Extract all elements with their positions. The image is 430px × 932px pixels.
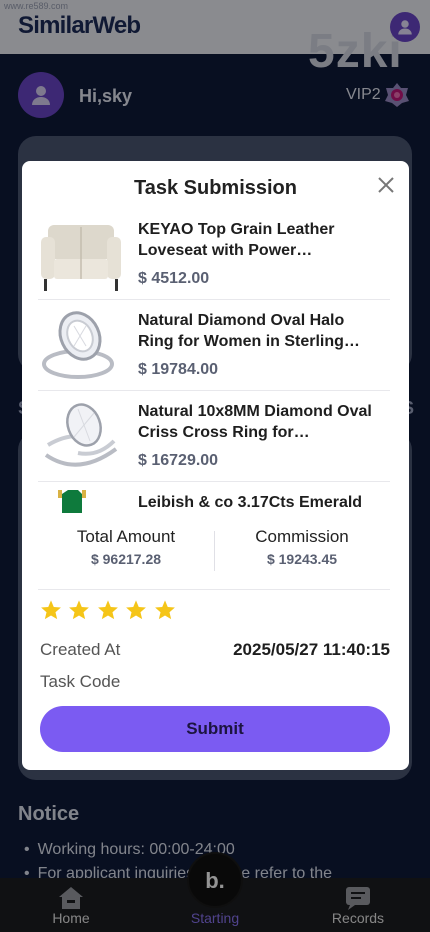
star-icon xyxy=(126,600,147,620)
submit-button[interactable]: Submit xyxy=(40,706,390,752)
star-icon xyxy=(154,600,175,620)
star-icon xyxy=(69,600,90,620)
modal-title: Task Submission xyxy=(133,177,297,199)
totals-row: Total Amount $ 96217.28 Commission $ 192… xyxy=(38,527,390,575)
product-item: Natural Diamond Oval Halo Ring for Women… xyxy=(38,300,390,391)
commission-value: $ 19243.45 xyxy=(266,551,338,567)
diamond-halo-ring-image xyxy=(42,311,114,379)
task-code-label: Task Code xyxy=(40,672,121,691)
created-at-label: Created At xyxy=(40,640,121,659)
product-item: KEYAO Top Grain Leather Loveseat with Po… xyxy=(38,209,390,300)
product-price: $ 16729.00 xyxy=(138,452,219,469)
product-name: Leibish & co 3.17Cts Emerald xyxy=(138,494,363,511)
task-submission-modal: Task Submission KEYAO Top Grain Leather … xyxy=(22,161,409,770)
product-name: KEYAO Top Grain Leather Loveseat with Po… xyxy=(138,221,335,259)
product-list[interactable]: KEYAO Top Grain Leather Loveseat with Po… xyxy=(22,209,409,513)
total-amount-label: Total Amount xyxy=(76,527,176,546)
commission-label: Commission xyxy=(255,527,349,546)
star-icon xyxy=(98,600,118,620)
product-item: Leibish & co 3.17Cts Emerald xyxy=(38,482,390,513)
product-price: $ 19784.00 xyxy=(138,361,219,378)
product-name: Natural Diamond Oval Halo Ring for Women… xyxy=(138,312,360,350)
product-name: Natural 10x8MM Diamond Oval Criss Cross … xyxy=(138,403,372,441)
product-price: $ 4512.00 xyxy=(138,270,210,287)
commission: Commission $ 19243.45 xyxy=(214,527,390,567)
leather-loveseat-image xyxy=(41,225,121,291)
created-at-value: 2025/05/27 11:40:15 xyxy=(233,640,390,659)
emerald-ring-image xyxy=(58,490,86,513)
divider xyxy=(38,589,390,590)
star-icon xyxy=(41,600,61,620)
total-amount: Total Amount $ 96217.28 xyxy=(38,527,214,567)
total-amount-value: $ 96217.28 xyxy=(90,551,162,567)
criss-cross-ring-image xyxy=(44,403,118,467)
star-rating xyxy=(40,599,178,623)
close-icon[interactable] xyxy=(375,174,397,196)
product-item: Natural 10x8MM Diamond Oval Criss Cross … xyxy=(38,391,390,482)
